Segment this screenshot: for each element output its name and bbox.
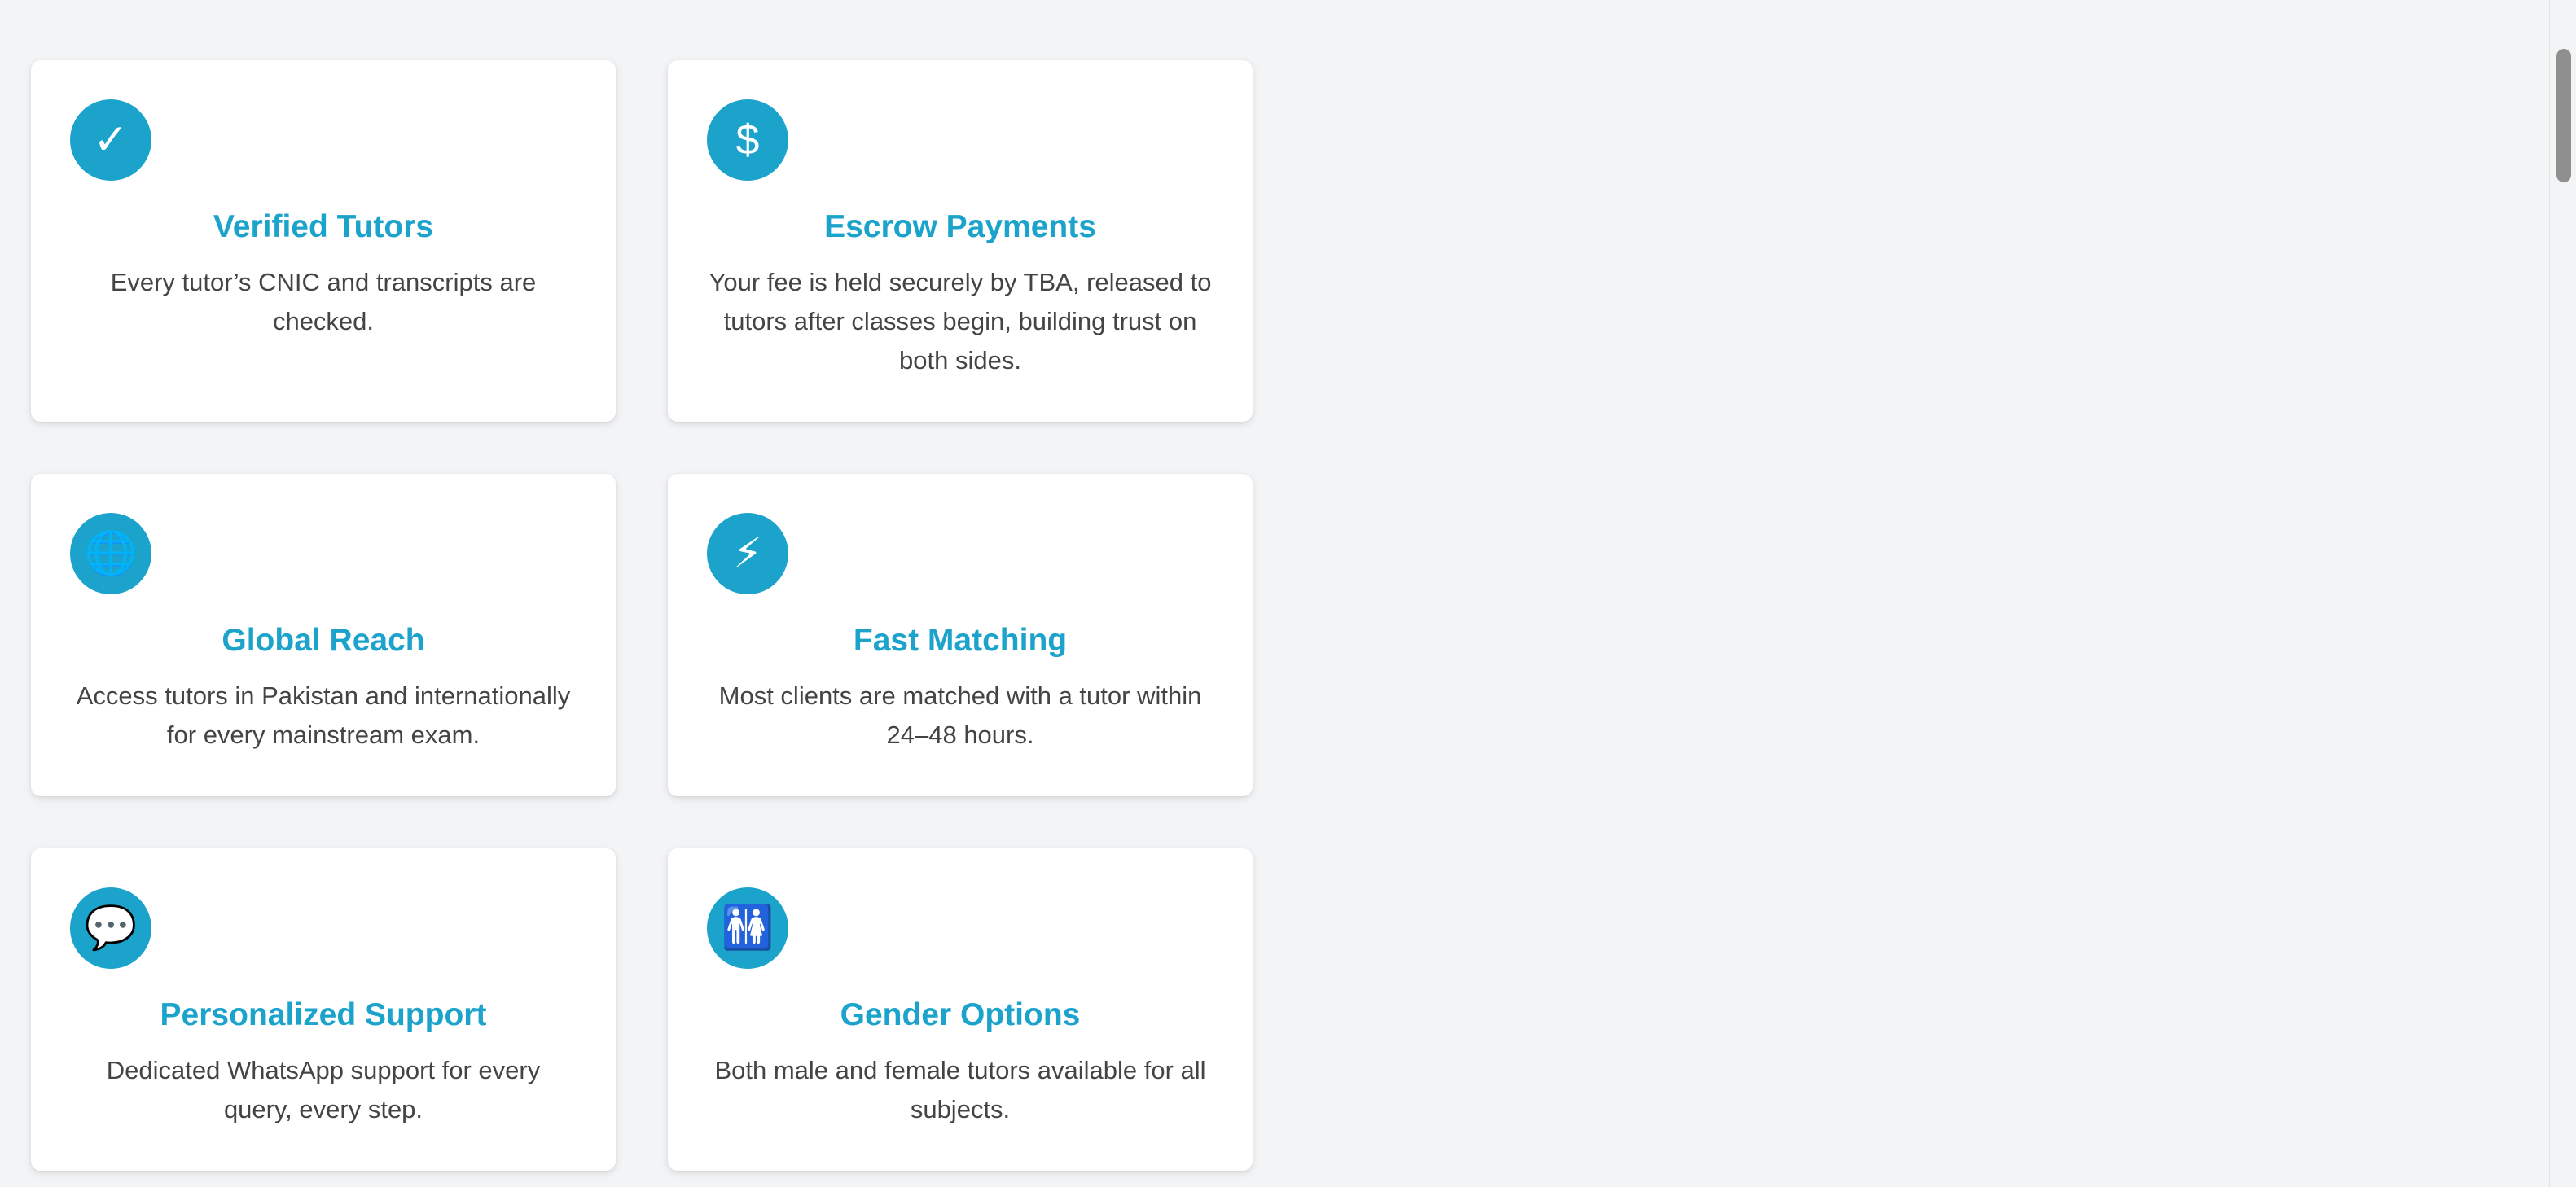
dollar-icon: $ xyxy=(707,99,788,181)
feature-title: Verified Tutors xyxy=(213,209,434,244)
restroom-icon: 🚻 xyxy=(707,887,788,969)
feature-card-global-reach: 🌐 Global Reach Access tutors in Pakistan… xyxy=(31,474,616,796)
feature-card-fast-matching: ⚡ Fast Matching Most clients are matched… xyxy=(668,474,1253,796)
feature-card-verified-tutors: ✓ Verified Tutors Every tutor’s CNIC and… xyxy=(31,60,616,422)
feature-title: Escrow Payments xyxy=(824,209,1096,244)
feature-card-personalized-support: 💬 Personalized Support Dedicated WhatsAp… xyxy=(31,848,616,1171)
feature-card-escrow-payments: $ Escrow Payments Your fee is held secur… xyxy=(668,60,1253,422)
lightning-icon: ⚡ xyxy=(707,513,788,594)
page: ✓ Verified Tutors Every tutor’s CNIC and… xyxy=(0,0,2576,1187)
scrollbar-thumb[interactable] xyxy=(2556,49,2571,182)
feature-description: Both male and female tutors available fo… xyxy=(714,1055,1206,1123)
feature-description: Your fee is held securely by TBA, releas… xyxy=(709,267,1212,374)
feature-description: Every tutor’s CNIC and transcripts are c… xyxy=(110,267,537,335)
chat-bubble-icon: 💬 xyxy=(70,887,151,969)
feature-card-gender-options: 🚻 Gender Options Both male and female tu… xyxy=(668,848,1253,1171)
features-row: 🌐 Global Reach Access tutors in Pakistan… xyxy=(31,474,1253,796)
feature-title: Fast Matching xyxy=(853,623,1068,658)
features-row: ✓ Verified Tutors Every tutor’s CNIC and… xyxy=(31,60,1253,422)
feature-title: Personalized Support xyxy=(160,997,487,1032)
feature-description: Dedicated WhatsApp support for every que… xyxy=(106,1055,541,1123)
features-row: 💬 Personalized Support Dedicated WhatsAp… xyxy=(31,848,1253,1171)
checkmark-icon: ✓ xyxy=(70,99,151,181)
globe-icon: 🌐 xyxy=(70,513,151,594)
feature-title: Global Reach xyxy=(222,623,425,658)
feature-description: Most clients are matched with a tutor wi… xyxy=(718,681,1202,749)
features-grid: ✓ Verified Tutors Every tutor’s CNIC and… xyxy=(31,60,1253,1187)
feature-title: Gender Options xyxy=(840,997,1081,1032)
vertical-scrollbar[interactable] xyxy=(2549,0,2576,1187)
feature-description: Access tutors in Pakistan and internatio… xyxy=(76,681,571,749)
